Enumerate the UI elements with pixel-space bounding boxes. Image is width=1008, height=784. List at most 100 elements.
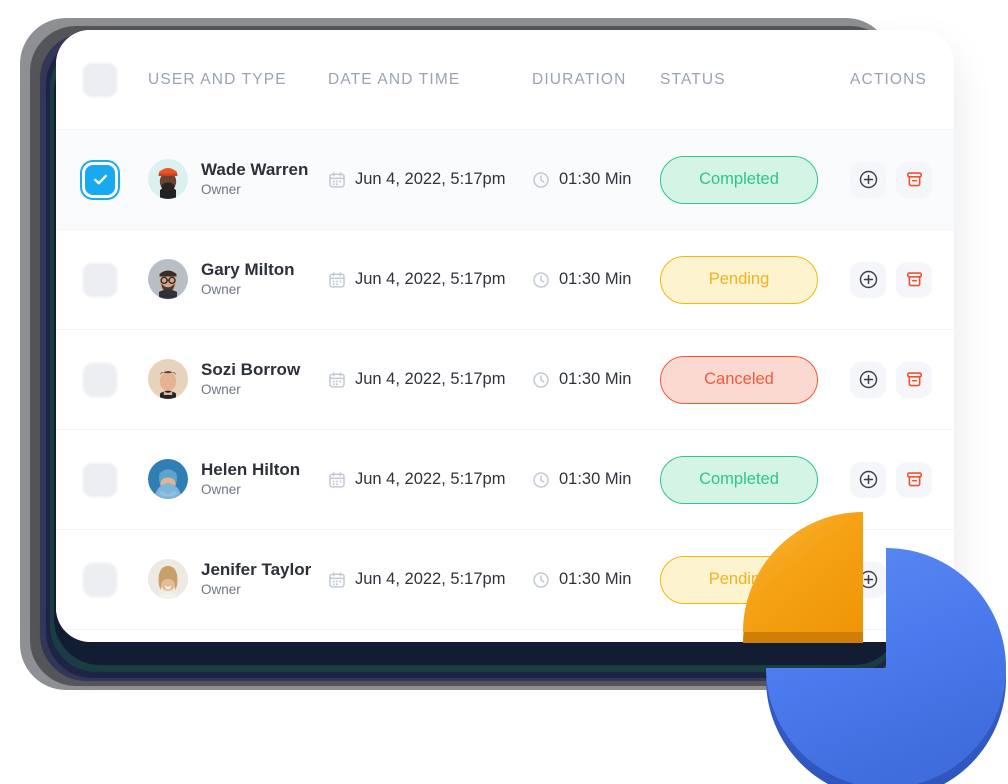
archive-button[interactable] [896, 361, 932, 398]
calendar-icon [329, 171, 345, 188]
status-badge[interactable]: Pending [660, 555, 818, 604]
datetime-text: Jun 4, 2022, 5:17pm [355, 270, 506, 288]
header-select-cell [82, 61, 148, 98]
calendar-icon [329, 571, 345, 588]
datetime-cell: Jun 4, 2022, 5:17pm [328, 470, 532, 489]
avatar-image [148, 559, 188, 600]
duration-cell: 01:30 Min [532, 470, 660, 489]
column-header-duration: DIURATION [532, 70, 627, 88]
clock-icon [533, 171, 549, 188]
row-checkbox[interactable] [82, 161, 118, 198]
duration-text: 01:30 Min [559, 170, 632, 188]
user-role: Owner [201, 281, 241, 297]
archive-button[interactable] [896, 261, 932, 298]
user-role: Owner [201, 381, 241, 397]
clock-icon [533, 271, 549, 288]
row-checkbox[interactable] [82, 361, 118, 398]
duration-text: 01:30 Min [559, 370, 632, 388]
status-cell: Pending [660, 555, 850, 604]
data-table-card: USER AND TYPE DATE AND TIME DIURATION ST… [56, 30, 954, 642]
user-role: Owner [201, 581, 241, 597]
column-header-user: USER AND TYPE [148, 70, 287, 88]
status-badge[interactable]: Completed [660, 155, 818, 204]
table-body: Wade Warren Owner Jun 4, 2022, 5:17pm 01:30… [56, 130, 954, 630]
datetime-text: Jun 4, 2022, 5:17pm [355, 570, 506, 588]
clock-icon [533, 571, 549, 588]
avatar-image [148, 259, 188, 300]
avatar [148, 159, 188, 200]
plus-circle-icon [859, 470, 877, 489]
table-row[interactable]: Sozi Borrow Owner Jun 4, 2022, 5:17pm 01:30… [56, 330, 954, 430]
decorative-device-stack: USER AND TYPE DATE AND TIME DIURATION ST… [0, 0, 1008, 784]
row-select-cell [82, 161, 148, 198]
row-select-cell [82, 261, 148, 298]
row-checkbox[interactable] [82, 261, 118, 298]
actions-cell [850, 261, 954, 298]
add-button[interactable] [850, 361, 886, 398]
plus-circle-icon [859, 370, 877, 389]
status-cell: Completed [660, 155, 850, 204]
calendar-icon [329, 471, 345, 488]
datetime-text: Jun 4, 2022, 5:17pm [355, 170, 506, 188]
row-select-cell [82, 461, 148, 498]
datetime-cell: Jun 4, 2022, 5:17pm [328, 170, 532, 189]
user-name: Gary Milton [201, 260, 295, 280]
user-name: Helen Hilton [201, 460, 301, 480]
datetime-cell: Jun 4, 2022, 5:17pm [328, 370, 532, 389]
calendar-icon [329, 371, 345, 388]
archive-button[interactable] [896, 461, 932, 498]
row-checkbox[interactable] [82, 461, 118, 498]
row-checkbox[interactable] [82, 561, 118, 598]
user-cell: Gary Milton Owner [148, 259, 328, 300]
calendar-icon [329, 271, 345, 288]
duration-cell: 01:30 Min [532, 370, 660, 389]
user-cell: Wade Warren Owner [148, 159, 328, 200]
archive-bin-icon [906, 372, 922, 387]
column-header-actions: ACTIONS [850, 70, 927, 88]
actions-cell [850, 461, 954, 498]
add-button[interactable] [850, 261, 886, 298]
archive-bin-icon [906, 472, 922, 487]
archive-bin-icon [906, 272, 922, 287]
user-cell: Helen Hilton Owner [148, 459, 328, 500]
user-role: Owner [201, 481, 241, 497]
actions-cell [850, 161, 954, 198]
table-row[interactable]: Jenifer Taylor Owner Jun 4, 2022, 5:17pm 01… [56, 530, 954, 630]
add-button[interactable] [850, 461, 886, 498]
status-badge[interactable]: Completed [660, 455, 818, 504]
avatar [148, 259, 188, 300]
status-badge[interactable]: Canceled [660, 355, 818, 404]
clock-icon [533, 471, 549, 488]
archive-button[interactable] [896, 161, 932, 198]
avatar-image [148, 359, 188, 400]
duration-cell: 01:30 Min [532, 170, 660, 189]
archive-bin-icon [906, 172, 922, 187]
duration-text: 01:30 Min [559, 570, 632, 588]
select-all-checkbox[interactable] [82, 61, 118, 98]
user-name: Jenifer Taylor [201, 560, 312, 580]
column-header-datetime: DATE AND TIME [328, 70, 461, 88]
status-badge[interactable]: Pending [660, 255, 818, 304]
actions-cell [850, 561, 954, 598]
duration-text: 01:30 Min [559, 270, 632, 288]
archive-button[interactable] [896, 561, 932, 598]
check-icon [93, 174, 107, 185]
plus-circle-icon [859, 270, 877, 289]
column-header-status: STATUS [660, 70, 726, 88]
status-cell: Completed [660, 455, 850, 504]
add-button[interactable] [850, 161, 886, 198]
table-row[interactable]: Wade Warren Owner Jun 4, 2022, 5:17pm 01:30… [56, 130, 954, 230]
add-button[interactable] [850, 561, 886, 598]
plus-circle-icon [859, 570, 877, 589]
table-row[interactable]: Helen Hilton Owner Jun 4, 2022, 5:17pm 01:3… [56, 430, 954, 530]
table-row[interactable]: Gary Milton Owner Jun 4, 2022, 5:17pm 01:30… [56, 230, 954, 330]
user-cell: Sozi Borrow Owner [148, 359, 328, 400]
table-header-row: USER AND TYPE DATE AND TIME DIURATION ST… [56, 30, 954, 130]
row-select-cell [82, 561, 148, 598]
datetime-text: Jun 4, 2022, 5:17pm [355, 370, 506, 388]
plus-circle-icon [859, 170, 877, 189]
avatar-image [148, 459, 188, 500]
actions-cell [850, 361, 954, 398]
datetime-text: Jun 4, 2022, 5:17pm [355, 470, 506, 488]
duration-cell: 01:30 Min [532, 270, 660, 289]
